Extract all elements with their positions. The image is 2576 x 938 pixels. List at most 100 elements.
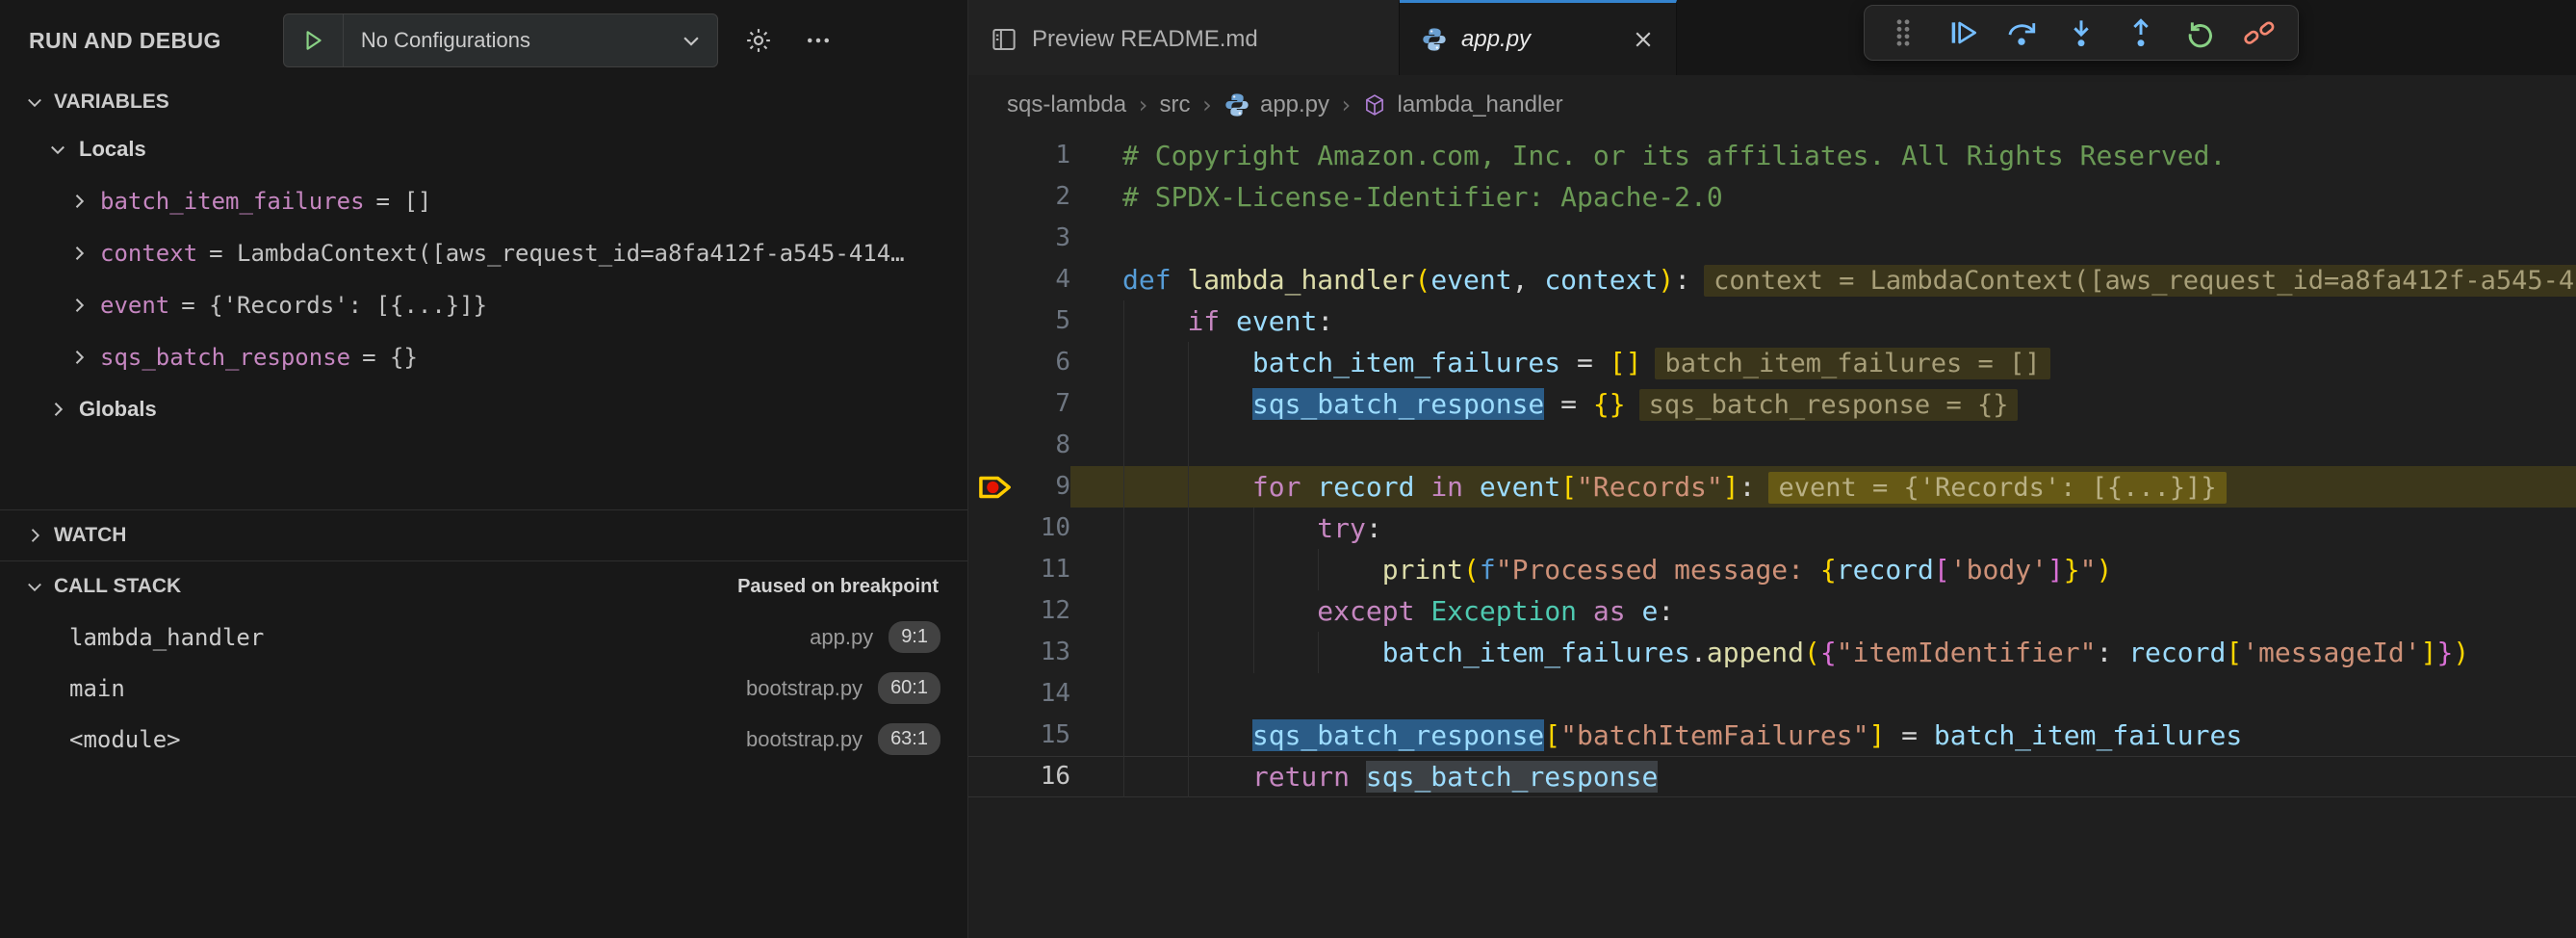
breakpoint-margin[interactable] (968, 259, 1024, 300)
configurations-dropdown[interactable]: No Configurations (283, 13, 718, 67)
gear-icon[interactable] (739, 21, 778, 60)
breadcrumb-item-src[interactable]: src (1160, 91, 1191, 118)
line-number[interactable]: 14 (1024, 673, 1070, 715)
code-line-4: 4def lambda_handler(event, context):cont… (968, 259, 2576, 300)
variable-row[interactable]: event= {'Records': [{...}]} (0, 279, 967, 331)
variable-row[interactable]: batch_item_failures= [] (0, 175, 967, 227)
line-number[interactable]: 15 (1024, 715, 1070, 756)
gutter: 7 (968, 383, 1070, 425)
line-number[interactable]: 16 (1024, 756, 1070, 797)
variable-row[interactable]: context= LambdaContext([aws_request_id=a… (0, 227, 967, 279)
chevron-down-icon (25, 577, 44, 596)
code-text[interactable]: sqs_batch_response["batchItemFailures"] … (1070, 715, 2576, 756)
code-token: : (1658, 595, 1674, 627)
watch-section-header[interactable]: WATCH (0, 510, 967, 560)
breakpoint-margin[interactable] (968, 342, 1024, 383)
line-number[interactable]: 8 (1024, 425, 1070, 466)
disconnect-button[interactable] (2234, 10, 2284, 56)
line-number[interactable]: 6 (1024, 342, 1070, 383)
start-debug-icon[interactable] (284, 14, 344, 66)
code-token: [] (1610, 347, 1642, 378)
breadcrumb-item-sqs-lambda[interactable]: sqs-lambda (1007, 91, 1126, 118)
breakpoint-margin[interactable] (968, 508, 1024, 549)
step-into-button[interactable] (2056, 10, 2106, 56)
drag-handle[interactable] (1878, 10, 1928, 56)
tab-preview-readme-md[interactable]: Preview README.md (968, 0, 1400, 75)
code-token: # Copyright Amazon.com, Inc. or its affi… (1122, 140, 2226, 171)
line-number[interactable]: 10 (1024, 508, 1070, 549)
code-token: { (1820, 554, 1837, 586)
breakpoint-margin[interactable] (968, 715, 1024, 756)
call-stack-frame[interactable]: lambda_handlerapp.py9:1 (0, 612, 967, 663)
chevron-down-icon (25, 92, 44, 112)
code-text[interactable]: # SPDX-License-Identifier: Apache-2.0 (1070, 176, 2576, 218)
variables-group-locals[interactable]: Locals (0, 123, 967, 175)
line-number[interactable]: 9 (1024, 466, 1070, 508)
code-text[interactable]: batch_item_failures.append({"itemIdentif… (1070, 632, 2576, 673)
call-stack-frame[interactable]: mainbootstrap.py60:1 (0, 663, 967, 714)
line-number[interactable]: 1 (1024, 135, 1070, 176)
line-number[interactable]: 11 (1024, 549, 1070, 590)
code-text[interactable]: # Copyright Amazon.com, Inc. or its affi… (1070, 135, 2576, 176)
gutter: 3 (968, 218, 1070, 259)
line-number[interactable]: 5 (1024, 300, 1070, 342)
breakpoint-margin[interactable] (968, 466, 1024, 508)
inline-debug-value: event = {'Records': [{...}]} (1768, 472, 2226, 504)
breakpoint-margin[interactable] (968, 383, 1024, 425)
variables-group-globals[interactable]: Globals (0, 383, 967, 435)
variable-row[interactable]: sqs_batch_response= {} (0, 331, 967, 383)
code-text[interactable] (1070, 673, 2576, 715)
line-number[interactable]: 7 (1024, 383, 1070, 425)
line-number[interactable]: 12 (1024, 590, 1070, 632)
code-text[interactable] (1070, 425, 2576, 466)
code-text[interactable]: def lambda_handler(event, context):conte… (1070, 259, 2576, 300)
restart-button[interactable] (2176, 10, 2226, 56)
close-icon[interactable] (1632, 28, 1655, 51)
debug-toolbar (1864, 5, 2299, 61)
code-token: [ (1560, 471, 1577, 503)
step-out-button[interactable] (2116, 10, 2166, 56)
code-token: event (1430, 264, 1511, 296)
line-number[interactable]: 2 (1024, 176, 1070, 218)
code-text[interactable]: sqs_batch_response = {}sqs_batch_respons… (1070, 383, 2576, 425)
code-text[interactable]: try: (1070, 508, 2576, 549)
code-text[interactable] (1070, 218, 2576, 259)
code-text[interactable]: if event: (1070, 300, 2576, 342)
code-text[interactable]: except Exception as e: (1070, 590, 2576, 632)
line-number[interactable]: 4 (1024, 259, 1070, 300)
debug-status-text: Paused on breakpoint (737, 576, 939, 598)
code-line-15: 15 sqs_batch_response["batchItemFailures… (968, 715, 2576, 756)
code-text[interactable]: return sqs_batch_response (1070, 756, 2576, 797)
continue-button[interactable] (1938, 10, 1988, 56)
call-stack-frame[interactable]: <module>bootstrap.py63:1 (0, 714, 967, 765)
line-number[interactable]: 13 (1024, 632, 1070, 673)
code-text[interactable]: print(f"Processed message: {record['body… (1070, 549, 2576, 590)
breakpoint-margin[interactable] (968, 673, 1024, 715)
variables-section-header[interactable]: VARIABLES (0, 81, 967, 123)
breakpoint-margin[interactable] (968, 632, 1024, 673)
tab-app-py[interactable]: app.py (1400, 0, 1677, 75)
breakpoint-margin[interactable] (968, 176, 1024, 218)
breakpoint-margin[interactable] (968, 218, 1024, 259)
inline-debug-value: context = LambdaContext([aws_request_id=… (1704, 265, 2576, 297)
step-over-button[interactable] (1996, 10, 2047, 56)
breakpoint-margin[interactable] (968, 590, 1024, 632)
code-token: : (2096, 637, 2128, 668)
breakpoint-margin[interactable] (968, 756, 1024, 797)
more-icon[interactable] (799, 21, 837, 60)
breakpoint-margin[interactable] (968, 425, 1024, 466)
gutter: 4 (968, 259, 1070, 300)
breadcrumb-item-lambda-handler[interactable]: lambda_handler (1362, 91, 1562, 118)
line-number[interactable]: 3 (1024, 218, 1070, 259)
run-and-debug-sidebar: RUN AND DEBUG No Configurations VA (0, 0, 968, 938)
variable-value: = {} (362, 344, 967, 371)
breadcrumb-item-app-py[interactable]: app.py (1224, 91, 1329, 118)
code-line-3: 3 (968, 218, 2576, 259)
code-text[interactable]: for record in event["Records"]:event = {… (1070, 466, 2576, 508)
breakpoint-margin[interactable] (968, 135, 1024, 176)
code-token: } (2064, 554, 2080, 586)
breakpoint-margin[interactable] (968, 549, 1024, 590)
call-stack-section-header[interactable]: CALL STACK Paused on breakpoint (0, 561, 967, 612)
code-text[interactable]: batch_item_failures = []batch_item_failu… (1070, 342, 2576, 383)
breakpoint-margin[interactable] (968, 300, 1024, 342)
